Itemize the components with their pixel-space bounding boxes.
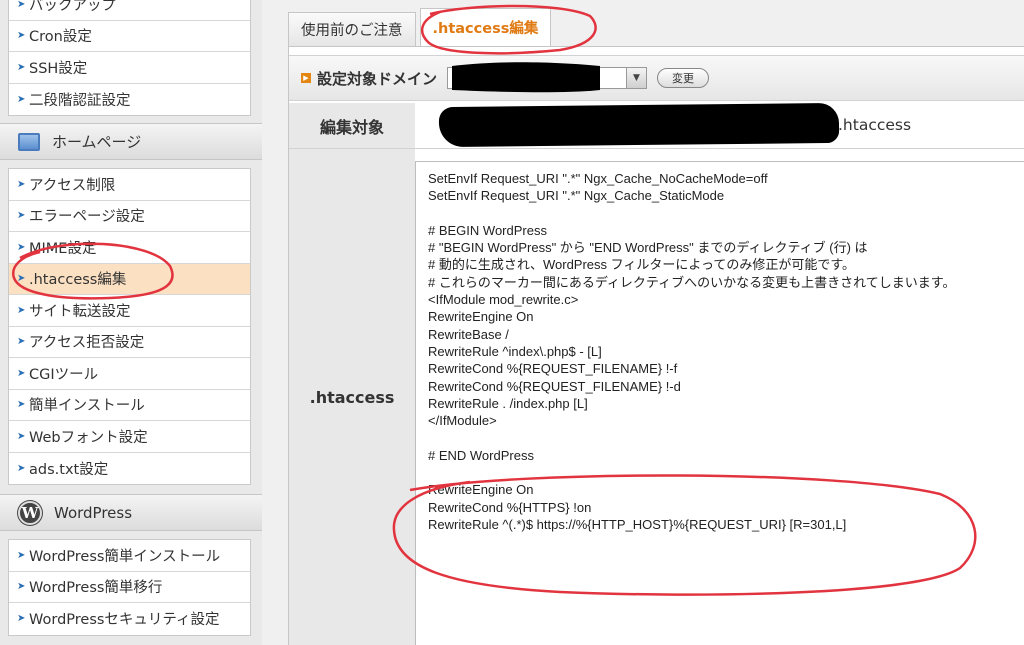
sidebar-item-ads-txt[interactable]: ➤ ads.txt設定 [9,453,250,485]
code-line: # これらのマーカー間にあるディレクティブへのいかなる変更も上書きされてしまいま… [428,274,956,290]
edit-target-label: 編集対象 [289,103,415,149]
chevron-down-icon[interactable]: ▼ [626,68,647,88]
homepage-icon [18,132,40,151]
arrow-icon: ➤ [17,462,26,474]
code-line: RewriteCond %{REQUEST_FILENAME} !-f [428,361,678,377]
wordpress-section-header[interactable]: W WordPress [0,494,262,531]
tab-htaccess-edit[interactable]: .htaccess編集 [419,8,552,46]
sidebar-item-wp-easy-install[interactable]: ➤ WordPress簡単インストール [9,540,250,572]
code-line: SetEnvIf Request_URI ".*" Ngx_Cache_NoCa… [428,171,768,186]
arrow-icon: ➤ [17,178,26,190]
wordpress-logo-icon: W [18,500,42,525]
main-content: 使用前のご注意 .htaccess編集 ▶ 設定対象ドメイン fukug ▼ 変… [262,0,1024,645]
sidebar: ➤ バックアップ ➤ Cron設定 ➤ SSH設定 ➤ 二段階認証設定 ホームページ ➤… [0,0,262,645]
code-line: RewriteRule . /index.php [L] [428,395,588,411]
sidebar-item-cgi-tools[interactable]: ➤ CGIツール [9,358,250,390]
sidebar-item-easy-install[interactable]: ➤ 簡単インストール [9,390,250,421]
code-line: # "BEGIN WordPress" から "END WordPress" ま… [428,240,868,256]
arrow-icon: ➤ [17,241,26,253]
arrow-icon: ➤ [17,336,26,348]
htaccess-textarea[interactable]: SetEnvIf Request_URI ".*" Ngx_Cache_NoCa… [415,161,1024,645]
code-line: RewriteEngine On [428,309,534,325]
code-line: # 動的に生成され、WordPress フィルターによってのみ修正が可能です。 [428,257,856,273]
domain-select-value: fukug [472,70,509,86]
code-line: RewriteEngine On [428,482,534,498]
sidebar-item-mime[interactable]: ➤ MIME設定 [9,232,250,264]
sidebar-item-2fa[interactable]: ➤ 二段階認証設定 [9,84,250,116]
sidebar-item-wp-security[interactable]: ➤ WordPressセキュリティ設定 [9,603,250,635]
code-line: # END WordPress [428,447,534,463]
domain-bar: ▶ 設定対象ドメイン fukug ▼ 変更 [289,55,1024,101]
code-line: SetEnvIf Request_URI ".*" Ngx_Cache_Stat… [428,188,725,204]
code-line: RewriteRule ^index\.php$ - [L] [428,343,602,359]
homepage-menu-group: ➤ アクセス制限 ➤ エラーページ設定 ➤ MIME設定 ➤ .htaccess編集 ➤… [8,168,251,485]
code-line: # BEGIN WordPress [428,222,547,238]
settings-panel: ▶ 設定対象ドメイン fukug ▼ 変更 編集対象 .htaccess .ht… [288,46,1024,645]
code-line: RewriteRule ^(.*)$ https://%{HTTP_HOST}%… [428,516,847,532]
code-line: <IfModule mod_rewrite.c> [428,292,579,308]
domain-label: 設定対象ドメイン [317,69,438,88]
arrow-icon: ➤ [17,93,26,105]
sidebar-item-wp-migration[interactable]: ➤ WordPress簡単移行 [9,572,250,603]
sidebar-item-error-page[interactable]: ➤ エラーページ設定 [9,201,250,232]
edit-target-value: .htaccess [415,102,1024,149]
server-menu-group: ➤ バックアップ ➤ Cron設定 ➤ SSH設定 ➤ 二段階認証設定 [8,0,251,116]
sidebar-item-htaccess[interactable]: ➤ .htaccess編集 [9,263,250,295]
arrow-icon: ➤ [17,613,26,625]
code-line: RewriteBase / [428,326,509,342]
orange-square-icon: ▶ [301,73,311,83]
edit-target-suffix: .htaccess [838,116,912,134]
redaction-mark [438,102,840,148]
code-line: RewriteCond %{HTTPS} !on [428,499,592,515]
wordpress-menu-group: ➤ WordPress簡単インストール ➤ WordPress簡単移行 ➤ WordP… [8,539,251,636]
code-line: </IfModule> [428,413,497,429]
code-line: RewriteCond %{REQUEST_FILENAME} !-d [428,378,681,394]
sidebar-item-access-restriction[interactable]: ➤ アクセス制限 [9,169,250,201]
arrow-icon: ➤ [17,581,26,593]
arrow-icon: ➤ [17,430,26,442]
arrow-icon: ➤ [17,210,26,222]
domain-select[interactable]: fukug ▼ [447,67,648,89]
change-button[interactable]: 変更 [657,68,710,88]
arrow-icon: ➤ [17,61,26,73]
arrow-icon: ➤ [17,549,26,561]
arrow-icon: ➤ [17,399,26,411]
tab-bar: 使用前のご注意 .htaccess編集 [288,8,555,46]
sidebar-item-backup[interactable]: ➤ バックアップ [9,0,250,21]
arrow-icon: ➤ [17,304,26,316]
sidebar-item-site-redirect[interactable]: ➤ サイト転送設定 [9,295,250,327]
sidebar-item-web-font[interactable]: ➤ Webフォント設定 [9,421,250,453]
sidebar-item-cron[interactable]: ➤ Cron設定 [9,21,250,52]
arrow-icon: ➤ [17,30,26,42]
sidebar-item-ssh[interactable]: ➤ SSH設定 [9,52,250,84]
htaccess-label: .htaccess [289,149,415,645]
homepage-section-header[interactable]: ホームページ [0,123,262,160]
sidebar-item-access-deny[interactable]: ➤ アクセス拒否設定 [9,327,250,358]
arrow-icon: ➤ [17,367,26,379]
tab-precautions[interactable]: 使用前のご注意 [288,12,416,46]
arrow-icon: ➤ [17,273,26,285]
arrow-icon: ➤ [17,0,26,10]
